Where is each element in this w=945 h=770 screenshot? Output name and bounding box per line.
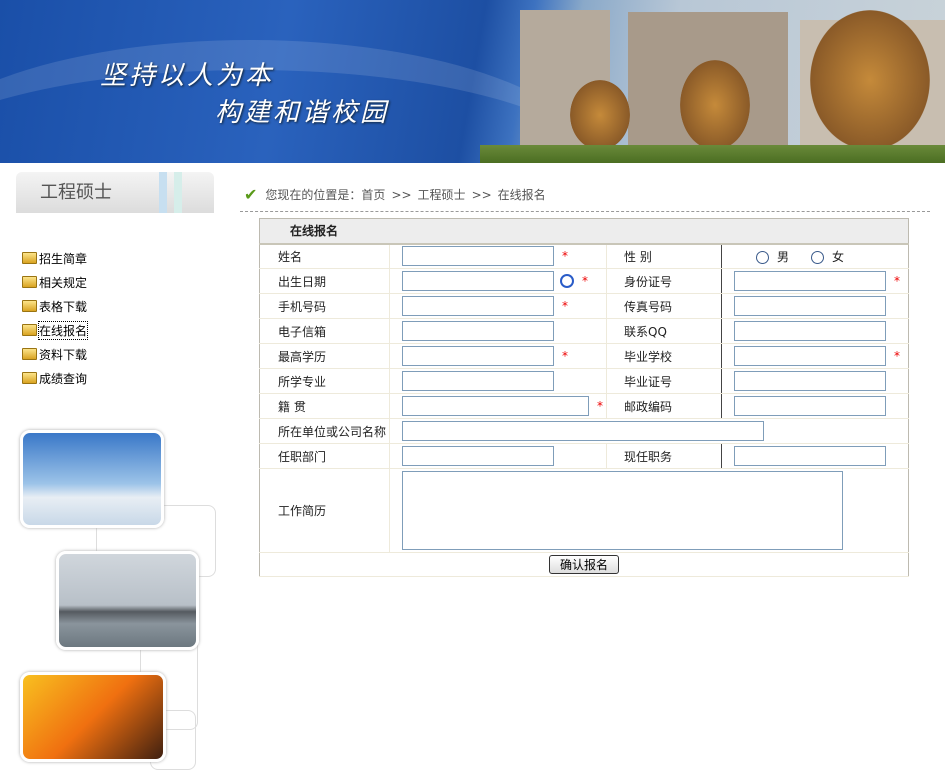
- gender-female-radio[interactable]: [811, 250, 825, 264]
- checkmark-icon: ✔: [244, 185, 258, 204]
- sidebar-item-label: 在线报名: [37, 320, 89, 340]
- label-company: 所在单位或公司名称: [259, 418, 390, 444]
- sidebar-item-forms[interactable]: 表格下载: [22, 294, 87, 318]
- postcode-input[interactable]: [734, 396, 886, 416]
- breadcrumb-prefix: 您现在的位置是：: [265, 188, 362, 202]
- required-mark: *: [582, 274, 588, 288]
- required-mark: *: [894, 274, 900, 288]
- label-qq: 联系QQ: [606, 318, 722, 344]
- label-fax: 传真号码: [606, 293, 722, 319]
- school-input[interactable]: [734, 346, 886, 366]
- female-label: 女: [832, 249, 845, 264]
- submit-button[interactable]: 确认报名: [548, 555, 619, 574]
- label-resume: 工作简历: [259, 468, 390, 553]
- registration-form: 在线报名 姓名 * 性 别 男 女 出生日期 * 身份证号 * 手机号码 * 传真…: [259, 218, 909, 577]
- label-education: 最高学历: [259, 343, 390, 369]
- label-idcard: 身份证号: [606, 268, 722, 294]
- sidebar-item-admissions[interactable]: 招生简章: [22, 246, 87, 270]
- aircraft-carrier-image: [56, 551, 199, 650]
- required-mark: *: [562, 349, 568, 363]
- department-input[interactable]: [402, 446, 554, 466]
- folder-icon: [22, 372, 37, 384]
- major-input[interactable]: [402, 371, 554, 391]
- sidebar-item-scores[interactable]: 成绩查询: [22, 366, 87, 390]
- calendar-icon[interactable]: [560, 274, 574, 288]
- email-input[interactable]: [402, 321, 554, 341]
- breadcrumb-level1[interactable]: 工程硕士: [418, 186, 466, 203]
- sidebar-item-online-registration[interactable]: 在线报名: [22, 318, 89, 342]
- education-input[interactable]: [402, 346, 554, 366]
- gender-male-radio[interactable]: [756, 250, 769, 264]
- required-mark: *: [894, 349, 900, 363]
- label-gender: 性 别: [606, 243, 722, 269]
- required-mark: *: [562, 249, 568, 264]
- label-department: 任职部门: [259, 443, 390, 469]
- sidebar-item-label: 成绩查询: [39, 371, 88, 386]
- label-name: 姓名: [259, 243, 390, 269]
- sidebar-item-label: 招生简章: [39, 251, 88, 266]
- required-mark: *: [597, 399, 603, 413]
- qq-input[interactable]: [734, 321, 886, 341]
- label-birth: 出生日期: [259, 268, 390, 294]
- slogan-line2: 构建和谐校园: [215, 98, 390, 128]
- label-diploma: 毕业证号: [606, 368, 722, 394]
- label-native: 籍 贯: [259, 393, 390, 419]
- breadcrumb-separator: >>: [471, 187, 492, 202]
- resume-textarea[interactable]: [402, 471, 843, 550]
- folder-icon: [22, 300, 37, 312]
- breadcrumb: ✔ 您现在的位置是： 首页 >> 工程硕士 >> 在线报名: [244, 185, 546, 204]
- folder-icon: [22, 324, 37, 336]
- breadcrumb-home[interactable]: 首页: [361, 186, 385, 203]
- label-postcode: 邮政编码: [606, 393, 722, 419]
- sidebar-item-label: 相关规定: [39, 275, 88, 290]
- label-email: 电子信箱: [259, 318, 390, 344]
- label-position: 现任职务: [606, 443, 722, 469]
- native-place-input[interactable]: [402, 396, 589, 416]
- label-mobile: 手机号码: [259, 293, 390, 319]
- label-school: 毕业学校: [606, 343, 722, 369]
- jet-image: [20, 430, 164, 528]
- male-label: 男: [777, 249, 790, 264]
- breadcrumb-level2: 在线报名: [497, 188, 546, 202]
- company-input[interactable]: [402, 421, 764, 441]
- form-title: 在线报名: [259, 218, 909, 245]
- sidebar-title: 工程硕士: [16, 172, 214, 213]
- slogan-line1: 坚持以人为本: [100, 61, 275, 91]
- folder-icon: [22, 276, 37, 288]
- name-input[interactable]: [402, 246, 554, 267]
- sidebar-item-downloads[interactable]: 资料下载: [22, 342, 87, 366]
- idcard-input[interactable]: [734, 271, 886, 291]
- required-mark: *: [562, 299, 568, 313]
- sidebar-item-label: 表格下载: [39, 299, 88, 314]
- position-input[interactable]: [734, 446, 886, 466]
- diploma-input[interactable]: [734, 371, 886, 391]
- birth-date-input[interactable]: [402, 271, 554, 291]
- label-major: 所学专业: [259, 368, 390, 394]
- sidebar-title-text: 工程硕士: [40, 182, 112, 203]
- sidebar-item-label: 资料下载: [39, 347, 88, 362]
- folder-icon: [22, 252, 37, 264]
- folder-icon: [22, 348, 37, 360]
- sidebar-item-regulations[interactable]: 相关规定: [22, 270, 87, 294]
- mobile-input[interactable]: [402, 296, 554, 316]
- breadcrumb-separator: >>: [391, 187, 412, 202]
- sidebar-menu: 招生简章 相关规定 表格下载 在线报名 资料下载 成绩查询: [22, 246, 89, 390]
- fax-input[interactable]: [734, 296, 886, 316]
- divider: [240, 211, 930, 212]
- header-banner: 坚持以人为本 构建和谐校园: [0, 0, 945, 163]
